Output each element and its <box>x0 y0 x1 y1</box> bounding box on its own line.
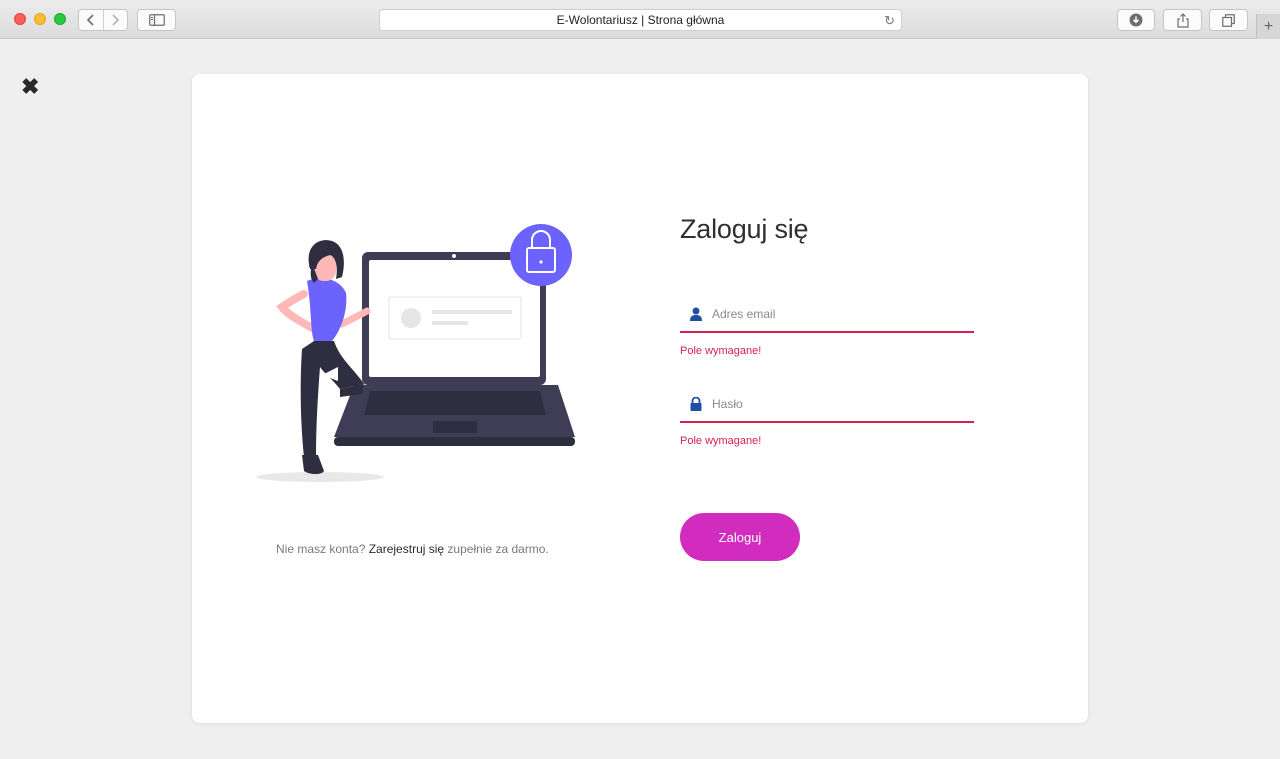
password-input[interactable] <box>708 389 974 419</box>
login-form: Zaloguj się Pole wymagane! Pole wymagane… <box>680 214 974 561</box>
email-field <box>680 297 974 333</box>
page-title: E-Wolontariusz | Strona główna <box>556 13 725 27</box>
password-field <box>680 387 974 423</box>
back-button[interactable] <box>79 10 103 30</box>
close-icon[interactable]: ✖ <box>21 74 39 100</box>
tabs-overview-button[interactable] <box>1209 9 1248 31</box>
navigation-buttons <box>78 9 128 31</box>
email-error: Pole wymagane! <box>680 345 762 357</box>
browser-toolbar: E-Wolontariusz | Strona główna ↻ + <box>0 0 1280 39</box>
user-icon <box>680 307 708 321</box>
window-close-button[interactable] <box>14 13 26 25</box>
sidebar-icon <box>148 14 165 26</box>
password-error: Pole wymagane! <box>680 435 762 447</box>
reload-icon[interactable]: ↻ <box>884 13 895 29</box>
register-suffix: zupełnie za darmo. <box>447 542 549 556</box>
new-tab-button[interactable]: + <box>1256 14 1280 39</box>
window-zoom-button[interactable] <box>54 13 66 25</box>
register-link[interactable]: Zarejestruj się <box>369 542 444 556</box>
tabs-icon <box>1222 13 1235 27</box>
register-prompt: Nie masz konta? Zarejestruj się zupełnie… <box>276 542 549 556</box>
chevron-right-icon <box>112 14 120 26</box>
share-icon <box>1176 12 1189 28</box>
email-input[interactable] <box>708 299 974 329</box>
window-minimize-button[interactable] <box>34 13 46 25</box>
register-prefix: Nie masz konta? <box>276 542 366 556</box>
login-button[interactable]: Zaloguj <box>680 513 800 561</box>
forward-button[interactable] <box>102 10 128 30</box>
share-button[interactable] <box>1163 9 1202 31</box>
downloads-button[interactable] <box>1117 9 1155 31</box>
login-illustration <box>256 224 575 482</box>
login-title: Zaloguj się <box>680 214 809 244</box>
download-icon <box>1129 13 1143 27</box>
chevron-left-icon <box>86 14 94 26</box>
sidebar-toggle-button[interactable] <box>137 9 176 31</box>
address-bar[interactable]: E-Wolontariusz | Strona główna ↻ <box>379 9 902 31</box>
lock-icon <box>680 397 708 411</box>
login-card: Nie masz konta? Zarejestruj się zupełnie… <box>192 74 1088 723</box>
plus-icon: + <box>1263 17 1274 35</box>
